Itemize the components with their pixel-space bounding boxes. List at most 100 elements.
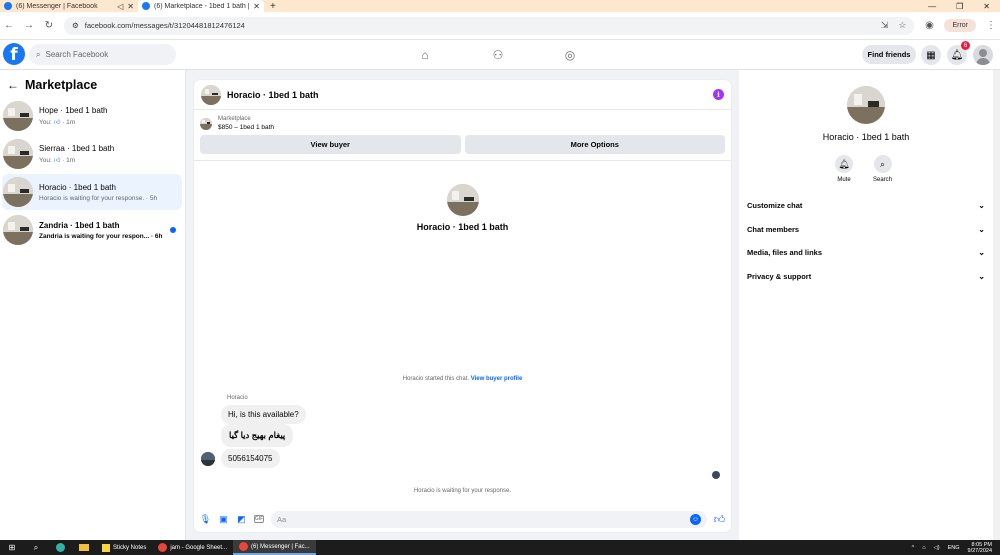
intro-avatar <box>446 184 479 216</box>
browser-menu-icon[interactable]: ⋮ <box>986 20 996 31</box>
conversation-zandria[interactable]: Zandria · 1bed 1 bath Zandria is waiting… <box>2 212 182 248</box>
edge-icon[interactable] <box>54 543 66 553</box>
sidebar-title: Marketplace <box>25 78 98 92</box>
chat-title[interactable]: Horacio · 1bed 1 bath <box>227 90 319 100</box>
file-explorer-icon[interactable] <box>78 543 90 553</box>
gif-icon[interactable]: GIF <box>254 515 264 523</box>
address-bar[interactable]: ⚙ facebook.com/messages/t/31204481812476… <box>64 16 915 35</box>
section-media-files-links[interactable]: Media, files and links ⌄ <box>739 241 993 265</box>
chevron-down-icon: ⌄ <box>978 201 985 211</box>
taskbar-sticky-notes[interactable]: Sticky Notes <box>96 540 152 555</box>
section-privacy-support[interactable]: Privacy & support ⌄ <box>739 265 993 289</box>
page-scrollbar[interactable] <box>993 70 1000 540</box>
new-tab-icon[interactable]: + <box>264 1 282 12</box>
forward-icon[interactable]: → <box>24 20 34 31</box>
bell-icon: 🔔︎ <box>835 155 853 173</box>
view-buyer-profile-link[interactable]: View buyer profile <box>471 376 523 382</box>
conversation-sierraa[interactable]: Sierraa · 1bed 1 bath You: 👍︎ · 1m <box>2 136 182 172</box>
facebook-logo-icon[interactable]: f <box>3 43 25 65</box>
notification-badge: 6 <box>961 41 970 50</box>
close-tab-icon[interactable]: ✕ <box>127 2 134 11</box>
find-friends-button[interactable]: Find friends <box>862 45 916 64</box>
section-customize-chat[interactable]: Customize chat ⌄ <box>739 194 993 218</box>
listing-thumbnail <box>3 139 33 169</box>
conversation-preview: Horacio is waiting for your response. · … <box>39 194 158 202</box>
groups-icon[interactable]: ◎ <box>561 46 579 64</box>
more-options-button[interactable]: More Options <box>464 135 725 154</box>
reload-icon[interactable]: ↻ <box>44 20 54 31</box>
search-icon[interactable]: ⌕ <box>30 543 42 553</box>
message-bubble: Hi, is this available? <box>221 405 306 424</box>
tray-chevron-icon[interactable]: ^ <box>912 545 915 551</box>
system-tray: ^ ⌂ ◁) ENG 8:05 PM 9/27/2024 <box>912 542 1000 554</box>
search-placeholder: Search Facebook <box>45 50 109 59</box>
chat-avatar[interactable] <box>201 84 221 105</box>
listing-summary[interactable]: Marketplace $850 – 1bed 1 bath <box>194 110 731 133</box>
back-arrow-icon[interactable]: ← <box>7 78 19 92</box>
browser-tab-marketplace[interactable]: (6) Marketplace - 1bed 1 bath | ✕ <box>138 0 264 12</box>
emoji-icon[interactable]: ☺ <box>690 513 701 525</box>
account-avatar[interactable] <box>973 45 993 65</box>
listing-thumbnail <box>200 117 212 130</box>
search-icon: ⌕ <box>36 49 41 59</box>
conversation-details-panel: Horacio · 1bed 1 bath 🔔︎ Mute ⌕ Search C… <box>739 70 993 540</box>
view-buyer-button[interactable]: View buyer <box>200 135 461 154</box>
restore-icon[interactable]: ❐ <box>956 2 963 11</box>
taskbar-chrome-messenger[interactable]: (6) Messenger | Fac... <box>233 540 316 555</box>
listing-price: $850 – 1bed 1 bath <box>218 124 275 131</box>
message-bubble: پیغام بھیج دیا گیا <box>221 424 294 447</box>
sticker-icon[interactable]: ◩ <box>236 514 247 525</box>
conversation-preview: You: 👍︎ · 1m <box>39 157 76 164</box>
browser-tab-messenger[interactable]: (6) Messenger | Facebook ◁ ✕ <box>0 0 138 12</box>
search-icon: ⌕ <box>873 155 892 173</box>
facebook-header: f ⌕ Search Facebook ⌂ ⚇ ◎ Find friends ▦… <box>0 40 1000 70</box>
thumbs-up-send-icon[interactable]: 👍︎ <box>714 514 726 526</box>
details-name: Horacio · 1bed 1 bath <box>822 132 910 142</box>
unread-indicator <box>170 227 176 233</box>
profile-error-button[interactable]: Error <box>944 19 976 32</box>
windows-start-icon[interactable]: ⊞ <box>6 543 18 553</box>
section-chat-members[interactable]: Chat members ⌄ <box>739 218 993 242</box>
photo-icon[interactable]: ▣ <box>218 514 229 525</box>
search-facebook-input[interactable]: ⌕ Search Facebook <box>29 44 176 65</box>
language-indicator[interactable]: ENG <box>948 545 960 551</box>
mute-tab-icon[interactable]: ◁ <box>117 2 123 11</box>
microphone-icon[interactable]: 🎙︎ <box>200 514 211 525</box>
site-info-icon[interactable]: ⚙ <box>72 21 79 30</box>
search-action[interactable]: ⌕ Search <box>873 155 892 183</box>
conversation-name: Horacio · 1bed 1 bath <box>39 182 116 192</box>
mute-label: Mute <box>837 177 851 183</box>
bookmark-star-icon[interactable]: ☆ <box>898 20 906 31</box>
conversation-hope[interactable]: Hope · 1bed 1 bath You: 👍︎ · 1m <box>2 98 182 134</box>
menu-grid-icon[interactable]: ▦ <box>921 45 941 65</box>
chat-action-row: View buyer More Options <box>194 133 731 161</box>
install-app-icon[interactable]: ⇲ <box>881 20 889 31</box>
volume-icon[interactable]: ◁) <box>934 545 940 551</box>
intro-name: Horacio · 1bed 1 bath <box>416 222 509 232</box>
thumbs-up-icon: 👍︎ <box>53 119 61 126</box>
minimize-icon[interactable]: — <box>928 2 936 11</box>
conversation-sidebar: ← Marketplace Hope · 1bed 1 bath You: 👍︎… <box>0 70 186 540</box>
url-text: facebook.com/messages/t/3120448181247612… <box>84 21 245 30</box>
friends-icon[interactable]: ⚇ <box>489 46 507 64</box>
clock[interactable]: 8:05 PM 9/27/2024 <box>968 542 992 554</box>
mute-action[interactable]: 🔔︎ Mute <box>835 155 853 183</box>
close-window-icon[interactable]: ✕ <box>983 2 990 11</box>
browser-toolbar: ← → ↻ ⚙ facebook.com/messages/t/31204481… <box>0 12 1000 40</box>
tab-title: (6) Marketplace - 1bed 1 bath | <box>154 2 250 10</box>
network-icon[interactable]: ⌂ <box>922 545 925 551</box>
profile-icon[interactable]: ◉ <box>924 20 934 31</box>
listing-label: Marketplace <box>218 116 251 122</box>
close-tab-icon[interactable]: ✕ <box>253 2 260 11</box>
taskbar-chrome-sheets[interactable]: jam - Google Sheet... <box>152 540 233 555</box>
conversation-horacio[interactable]: Horacio · 1bed 1 bath Horacio is waiting… <box>2 174 182 210</box>
facebook-favicon-icon <box>4 2 12 10</box>
back-icon[interactable]: ← <box>4 20 14 31</box>
seen-indicator <box>712 471 720 479</box>
home-icon[interactable]: ⌂ <box>416 46 434 64</box>
chat-pane: Horacio · 1bed 1 bath i Marketplace $850… <box>194 80 731 532</box>
notifications-bell-icon[interactable]: 🔔︎ 6 <box>947 41 970 65</box>
message-input[interactable]: Aa ☺ <box>271 510 707 528</box>
conversation-info-icon[interactable]: i <box>713 89 724 100</box>
conversation-preview: Zandria is waiting for your respon... · … <box>39 232 163 240</box>
